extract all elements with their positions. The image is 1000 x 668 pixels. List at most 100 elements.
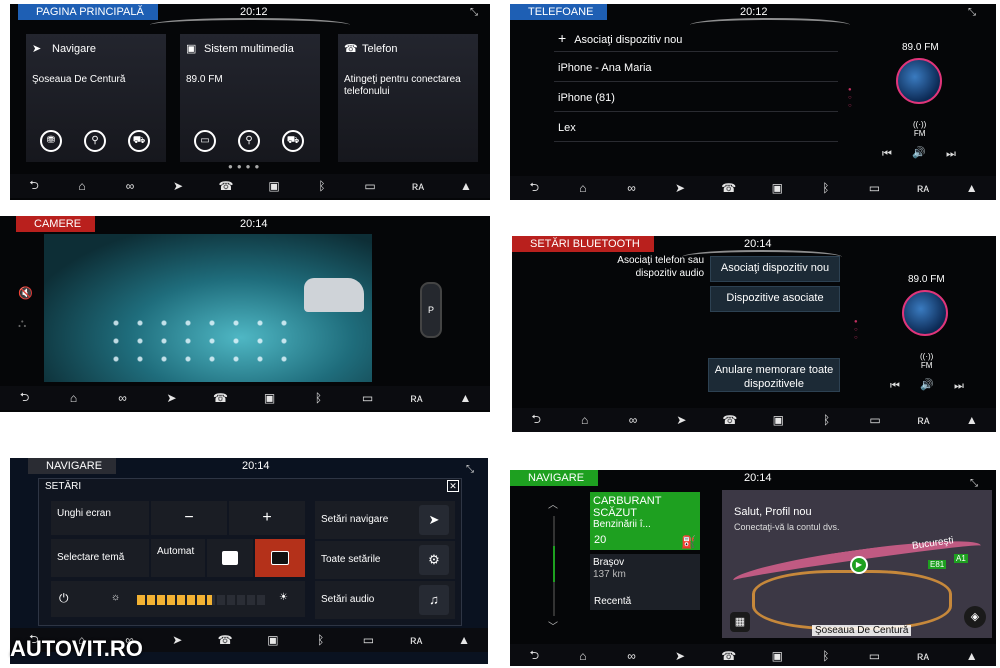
bluetooth-icon[interactable]: ᛒ xyxy=(802,413,850,427)
previous-icon[interactable]: ⏮ xyxy=(890,380,900,393)
mountain-icon[interactable]: ▲ xyxy=(440,633,488,647)
round-button-4[interactable]: ▭ xyxy=(194,130,216,152)
mountain-icon[interactable]: ▲ xyxy=(948,413,996,427)
map-view[interactable]: Salut, Profil nou Conectaţi-vă la contul… xyxy=(722,490,992,638)
media-icon[interactable]: ▣ xyxy=(754,413,802,427)
camera-icon[interactable]: ▭ xyxy=(343,391,392,405)
map-menu-button[interactable]: ▦ xyxy=(730,612,750,632)
media-icon[interactable]: ▣ xyxy=(245,391,294,405)
round-button-6[interactable]: ⛟ xyxy=(282,130,304,152)
navigation-icon[interactable]: ➤ xyxy=(154,179,202,193)
round-button-5[interactable]: ⚲ xyxy=(238,130,260,152)
scroll-down-icon[interactable]: ﹀ xyxy=(548,618,558,633)
mountain-icon[interactable]: ▲ xyxy=(441,391,490,405)
theme-light-option[interactable] xyxy=(207,539,253,577)
add-device-row[interactable]: + Asociaţi dispozitiv nou xyxy=(554,24,838,52)
minimize-icon[interactable]: ⤡ xyxy=(470,7,478,18)
tile-phone[interactable]: ☎ Telefon Atingeţi pentru conectarea tel… xyxy=(338,34,478,162)
bluetooth-icon[interactable]: ᛒ xyxy=(298,179,346,193)
scroll-track[interactable] xyxy=(553,516,555,616)
media-icon[interactable]: ▣ xyxy=(753,181,802,195)
scroll-up-icon[interactable]: ︿ xyxy=(548,496,558,511)
back-icon[interactable]: ⮌ xyxy=(512,410,560,431)
previous-icon[interactable]: ⏮ xyxy=(882,148,892,161)
recent-destination-card[interactable]: Braşov 137 km Recentă xyxy=(590,554,700,610)
list-item[interactable]: iPhone - Ana Maria xyxy=(554,54,838,82)
volume-icon[interactable]: 🔊 xyxy=(912,146,926,159)
brightness-slider[interactable] xyxy=(137,595,267,605)
minimize-icon[interactable]: ⤡ xyxy=(968,7,976,18)
apps-icon[interactable]: ∞ xyxy=(98,391,147,405)
mountain-icon[interactable]: ▲ xyxy=(947,181,996,195)
home-icon[interactable]: ⌂ xyxy=(560,413,608,427)
next-icon[interactable]: ⏭ xyxy=(954,380,964,393)
phone-icon[interactable]: ☎ xyxy=(706,413,754,427)
media-icon[interactable]: ▣ xyxy=(753,649,802,663)
radio-icon[interactable]: ʀᴀ xyxy=(394,179,442,193)
minimize-icon[interactable]: ⤡ xyxy=(970,478,978,489)
bluetooth-icon[interactable]: ᛒ xyxy=(802,649,851,663)
home-icon[interactable]: ⌂ xyxy=(559,649,608,663)
angle-plus-button[interactable]: + xyxy=(229,501,305,535)
sensor-icon[interactable]: ⛬ xyxy=(18,316,26,331)
theme-dark-option[interactable] xyxy=(255,539,305,577)
back-icon[interactable]: ⮌ xyxy=(510,646,559,667)
back-icon[interactable]: ⮌ xyxy=(510,178,559,199)
theme-auto-option[interactable]: Automat xyxy=(151,539,205,577)
bluetooth-icon[interactable]: ᛒ xyxy=(297,633,345,647)
apps-icon[interactable]: ∞ xyxy=(607,181,656,195)
volume-icon[interactable]: 🔊 xyxy=(920,378,934,391)
radio-icon[interactable]: ʀᴀ xyxy=(899,649,948,663)
angle-minus-button[interactable]: − xyxy=(151,501,227,535)
camera-icon[interactable]: ▭ xyxy=(851,413,899,427)
phone-icon[interactable]: ☎ xyxy=(704,649,753,663)
nav-settings-row[interactable]: Setări navigare ➤ xyxy=(315,501,455,539)
phone-icon[interactable]: ☎ xyxy=(196,391,245,405)
mountain-icon[interactable]: ▲ xyxy=(442,179,490,193)
pair-new-device-button[interactable]: Asociaţi dispozitiv nou xyxy=(710,256,840,282)
forget-all-devices-button[interactable]: Anulare memorare toate dispozitivele xyxy=(708,358,840,392)
home-icon[interactable]: ⌂ xyxy=(559,181,608,195)
apps-icon[interactable]: ∞ xyxy=(106,179,154,193)
mute-icon[interactable]: 🔇 xyxy=(18,286,33,300)
apps-icon[interactable]: ∞ xyxy=(609,413,657,427)
phone-icon[interactable]: ☎ xyxy=(704,181,753,195)
mountain-icon[interactable]: ▲ xyxy=(947,649,996,663)
back-icon[interactable]: ⮌ xyxy=(10,176,58,197)
camera-icon[interactable]: ▭ xyxy=(850,649,899,663)
round-button-3[interactable]: ⛟ xyxy=(128,130,150,152)
navigation-icon[interactable]: ➤ xyxy=(656,649,705,663)
navigation-icon[interactable]: ➤ xyxy=(657,413,705,427)
home-icon[interactable]: ⌂ xyxy=(58,179,106,193)
radio-dial[interactable] xyxy=(902,290,948,336)
list-item[interactable]: iPhone (81) xyxy=(554,84,838,112)
camera-icon[interactable]: ▭ xyxy=(850,181,899,195)
map-layers-button[interactable]: ◈ xyxy=(964,606,986,628)
paired-devices-button[interactable]: Dispozitive asociate xyxy=(710,286,840,312)
camera-icon[interactable]: ▭ xyxy=(346,179,394,193)
list-item[interactable]: Lex xyxy=(554,114,838,142)
radio-icon[interactable]: ʀᴀ xyxy=(392,391,441,405)
camera-icon[interactable]: ▭ xyxy=(345,633,393,647)
phone-icon[interactable]: ☎ xyxy=(201,633,249,647)
bluetooth-icon[interactable]: ᛒ xyxy=(294,391,343,405)
display-power-icon[interactable]: ⏻ xyxy=(59,585,69,611)
all-settings-row[interactable]: Toate setările ⚙ xyxy=(315,541,455,579)
next-icon[interactable]: ⏭ xyxy=(946,148,956,161)
bluetooth-icon[interactable]: ᛒ xyxy=(802,181,851,195)
media-icon[interactable]: ▣ xyxy=(250,179,298,193)
radio-icon[interactable]: ʀᴀ xyxy=(392,633,440,647)
round-button-2[interactable]: ⚲ xyxy=(84,130,106,152)
back-icon[interactable]: ⮌ xyxy=(0,388,49,409)
audio-settings-row[interactable]: Setări audio ♫ xyxy=(315,581,455,619)
minimize-icon[interactable]: ⤡ xyxy=(466,464,474,475)
radio-icon[interactable]: ʀᴀ xyxy=(899,413,947,427)
navigation-icon[interactable]: ➤ xyxy=(153,633,201,647)
radio-dial[interactable] xyxy=(896,58,942,104)
tile-multimedia[interactable]: ▣ Sistem multimedia 89.0 FM ▭ ⚲ ⛟ xyxy=(180,34,320,162)
navigation-icon[interactable]: ➤ xyxy=(147,391,196,405)
media-icon[interactable]: ▣ xyxy=(249,633,297,647)
navigation-icon[interactable]: ➤ xyxy=(656,181,705,195)
phone-icon[interactable]: ☎ xyxy=(202,179,250,193)
radio-icon[interactable]: ʀᴀ xyxy=(899,181,948,195)
